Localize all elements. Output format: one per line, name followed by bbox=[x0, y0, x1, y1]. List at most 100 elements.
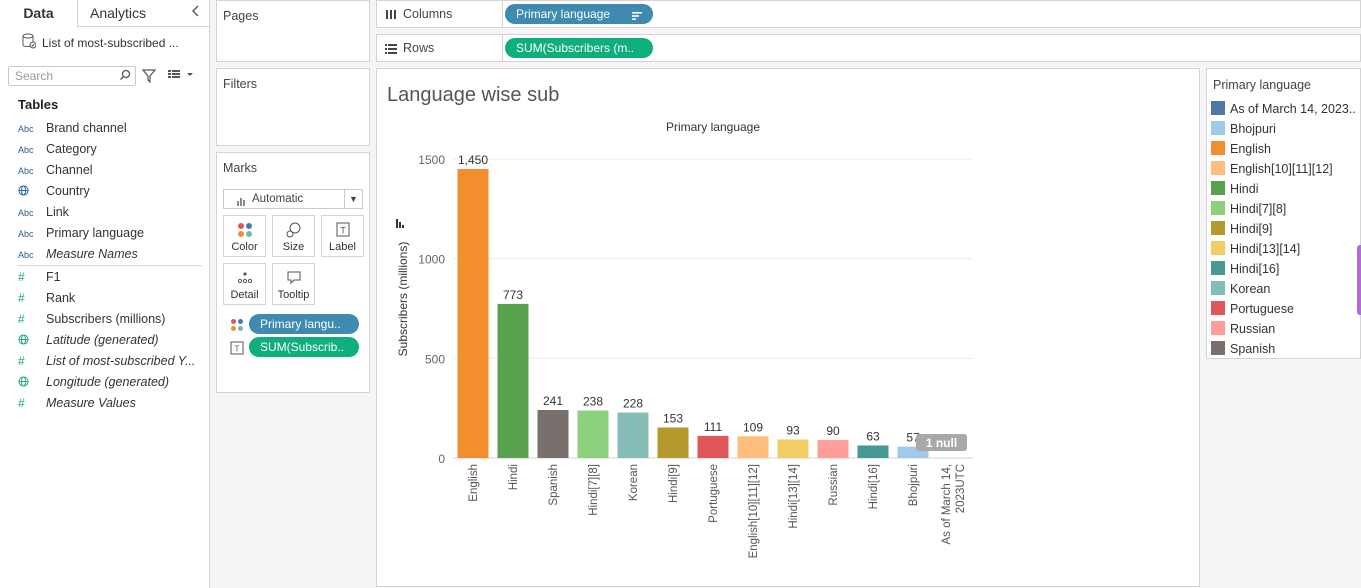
field-item[interactable]: Abc Primary language bbox=[18, 223, 208, 243]
field-name: Brand channel bbox=[46, 121, 127, 135]
filters-card[interactable]: Filters bbox=[216, 68, 370, 146]
field-item[interactable]: # F1 bbox=[18, 267, 208, 287]
legend-item[interactable]: Hindi[9] bbox=[1211, 219, 1272, 239]
field-item[interactable]: Longitude (generated) bbox=[18, 372, 208, 392]
legend-label: Portuguese bbox=[1230, 302, 1294, 316]
tooltip-label: Tooltip bbox=[277, 289, 310, 301]
color-pill[interactable]: Primary langu.. bbox=[249, 314, 359, 334]
x-tick-label: Hindi[9] bbox=[668, 464, 680, 503]
string-type-icon: Abc bbox=[18, 229, 34, 239]
rows-shelf[interactable]: Rows SUM(Subscribers (m.. bbox=[376, 34, 1361, 62]
bar[interactable] bbox=[577, 410, 609, 458]
legend-item[interactable]: Bhojpuri bbox=[1211, 119, 1276, 139]
sort-axis-icon[interactable] bbox=[396, 219, 404, 228]
globe-icon bbox=[18, 182, 46, 201]
datasource[interactable]: List of most-subscribed ... bbox=[22, 33, 179, 52]
legend-label: Hindi[9] bbox=[1230, 222, 1273, 236]
legend-item[interactable]: Korean bbox=[1211, 279, 1270, 299]
bar-chart[interactable]: Primary language 0 500 1000 1500 Subscribers … bbox=[377, 69, 1201, 588]
tab-analytics[interactable]: Analytics bbox=[90, 0, 146, 27]
columns-pill[interactable]: Primary language bbox=[505, 4, 653, 24]
field-item[interactable]: # Measure Values bbox=[18, 393, 208, 413]
bar-value-label: 63 bbox=[866, 429, 880, 443]
field-item[interactable]: Abc Channel bbox=[18, 160, 208, 180]
x-tick-label: Hindi[13][14] bbox=[788, 464, 800, 529]
legend-title: Primary language bbox=[1213, 78, 1311, 92]
sort-descending-icon[interactable] bbox=[631, 8, 643, 24]
label-pill[interactable]: SUM(Subscrib.. bbox=[249, 337, 359, 357]
mark-type-select[interactable]: Automatic ▼ bbox=[223, 189, 363, 209]
field-item[interactable]: Abc Measure Names bbox=[18, 244, 208, 264]
legend-label: Korean bbox=[1230, 282, 1271, 296]
field-name: Longitude (generated) bbox=[46, 375, 170, 389]
legend-item[interactable]: Portuguese bbox=[1211, 299, 1294, 319]
bar[interactable] bbox=[817, 440, 849, 458]
tab-data[interactable]: Data bbox=[0, 0, 78, 28]
legend-label: Russian bbox=[1230, 322, 1276, 336]
field-item[interactable]: Abc Brand channel bbox=[18, 118, 208, 138]
field-item[interactable]: Abc Link bbox=[18, 202, 208, 222]
x-tick-label: Hindi bbox=[508, 464, 520, 490]
string-type-icon: Abc bbox=[18, 124, 34, 134]
field-name: Measure Names bbox=[46, 247, 138, 261]
field-item[interactable]: Country bbox=[18, 181, 208, 201]
field-item[interactable]: # List of most-subscribed Y... bbox=[18, 351, 208, 371]
field-item[interactable]: # Rank bbox=[18, 288, 208, 308]
search-placeholder: Search bbox=[15, 69, 54, 83]
detail-button[interactable]: Detail bbox=[223, 263, 266, 305]
bar-value-label: 111 bbox=[704, 420, 723, 434]
legend-label: Bhojpuri bbox=[1230, 122, 1276, 136]
search-icon bbox=[119, 69, 131, 87]
chart-header: Primary language bbox=[666, 120, 760, 134]
field-name: Latitude (generated) bbox=[46, 333, 159, 347]
marks-card: Marks Automatic ▼ Color Size T Label Det… bbox=[216, 152, 370, 393]
legend-item[interactable]: Hindi[16] bbox=[1211, 259, 1279, 279]
legend-label: English[10][11][12] bbox=[1230, 162, 1333, 176]
legend-swatch bbox=[1211, 241, 1225, 255]
legend-item[interactable]: English bbox=[1211, 139, 1271, 159]
globe-icon bbox=[18, 330, 46, 350]
bar-value-label: 109 bbox=[743, 420, 763, 434]
bar[interactable] bbox=[657, 427, 689, 458]
field-item[interactable]: Abc Category bbox=[18, 139, 208, 159]
x-tick-label: Hindi[7][8] bbox=[588, 464, 600, 516]
null-badge-label: 1 null bbox=[926, 436, 957, 450]
legend-item[interactable]: As of March 14, 2023.. bbox=[1211, 99, 1356, 119]
columns-shelf[interactable]: Columns Primary language bbox=[376, 0, 1361, 28]
rows-pill[interactable]: SUM(Subscribers (m.. bbox=[505, 38, 653, 58]
legend-item[interactable]: Spanish bbox=[1211, 339, 1275, 359]
pages-card[interactable]: Pages bbox=[216, 0, 370, 62]
label-button[interactable]: T Label bbox=[321, 215, 364, 257]
color-button[interactable]: Color bbox=[223, 215, 266, 257]
tooltip-button[interactable]: Tooltip bbox=[272, 263, 315, 305]
field-name: Measure Values bbox=[46, 396, 136, 410]
field-name: Category bbox=[46, 142, 97, 156]
bar[interactable] bbox=[537, 409, 569, 458]
bar[interactable] bbox=[777, 439, 809, 458]
color-marks-icon bbox=[230, 318, 244, 335]
side-panel-handle[interactable] bbox=[1357, 245, 1361, 315]
field-item[interactable]: Latitude (generated) bbox=[18, 330, 208, 350]
bar[interactable] bbox=[737, 436, 769, 458]
bar[interactable] bbox=[857, 445, 889, 458]
datasource-name: List of most-subscribed ... bbox=[42, 35, 179, 50]
bar[interactable] bbox=[697, 435, 729, 458]
field-item[interactable]: # Subscribers (millions) bbox=[18, 309, 208, 329]
legend-item[interactable]: Hindi[7][8] bbox=[1211, 199, 1286, 219]
legend-item[interactable]: Hindi[13][14] bbox=[1211, 239, 1300, 259]
size-button[interactable]: Size bbox=[272, 215, 315, 257]
tooltip-icon bbox=[273, 269, 314, 289]
legend-item[interactable]: Russian bbox=[1211, 319, 1275, 339]
number-type-icon: # bbox=[18, 291, 25, 305]
bar[interactable] bbox=[457, 168, 489, 458]
bar[interactable] bbox=[497, 303, 529, 458]
bar[interactable] bbox=[617, 412, 649, 458]
legend-item[interactable]: English[10][11][12] bbox=[1211, 159, 1333, 179]
number-type-icon: # bbox=[18, 396, 25, 410]
legend-item[interactable]: Hindi bbox=[1211, 179, 1259, 199]
search-input[interactable]: Search bbox=[8, 66, 136, 86]
filter-icon[interactable] bbox=[141, 69, 157, 86]
collapse-pane-icon[interactable] bbox=[191, 4, 201, 21]
legend-swatch bbox=[1211, 321, 1225, 335]
view-options-icon[interactable] bbox=[167, 68, 195, 83]
